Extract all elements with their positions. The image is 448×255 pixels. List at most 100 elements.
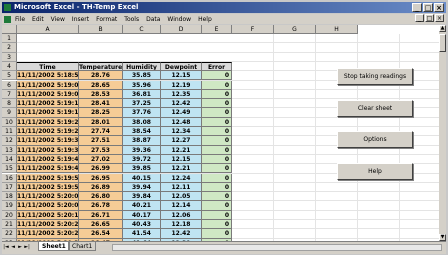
table-cell-temperature[interactable]: 27.53 [79, 145, 123, 155]
table-cell-dewpoint[interactable]: 12.27 [161, 136, 202, 146]
table-cell-humidity[interactable]: 40.43 [123, 220, 161, 230]
table-cell-temperature[interactable]: 26.71 [79, 210, 123, 220]
table-cell-error[interactable]: 0 [202, 89, 232, 100]
table-cell-error[interactable]: 0 [202, 173, 232, 183]
table-cell-dewpoint[interactable]: 12.05 [161, 192, 202, 202]
table-cell-humidity[interactable]: 37.76 [123, 108, 161, 118]
table-cell-temperature[interactable]: 26.99 [79, 164, 123, 174]
table-cell-dewpoint[interactable]: 12.18 [161, 220, 202, 230]
table-cell-humidity[interactable]: 39.94 [123, 182, 161, 193]
table-cell-temperature[interactable]: 28.65 [79, 80, 123, 90]
workbook-icon[interactable] [4, 15, 11, 23]
table-cell-humidity[interactable]: 40.17 [123, 210, 161, 220]
row-header[interactable]: 16 [2, 173, 17, 183]
table-cell-error[interactable]: 0 [202, 80, 232, 90]
column-header-f[interactable]: F [232, 25, 274, 34]
table-cell-humidity[interactable]: 39.72 [123, 154, 161, 165]
table-cell-time[interactable]: 11/11/2002 5:19:38 PM [17, 145, 79, 155]
table-cell-time[interactable]: 11/11/2002 5:18:56 PM [17, 71, 79, 81]
table-cell-dewpoint[interactable]: 12.34 [161, 127, 202, 137]
menu-edit[interactable]: Edit [32, 16, 44, 23]
table-cell-dewpoint[interactable]: 12.21 [161, 145, 202, 155]
menu-window[interactable]: Window [167, 16, 191, 23]
vertical-scrollbar[interactable]: ▲ ▼ [439, 25, 446, 241]
column-header-e[interactable]: E [202, 25, 232, 34]
table-cell-error[interactable]: 0 [202, 164, 232, 174]
table-cell-temperature[interactable]: 28.01 [79, 117, 123, 127]
column-header-a[interactable]: A [17, 25, 79, 34]
table-cell-temperature[interactable]: 28.76 [79, 71, 123, 81]
table-cell-dewpoint[interactable]: 12.24 [161, 173, 202, 183]
menu-view[interactable]: View [51, 16, 65, 23]
table-cell-dewpoint[interactable]: 12.06 [161, 210, 202, 220]
table-cell-error[interactable]: 0 [202, 154, 232, 165]
table-cell-temperature[interactable]: 26.80 [79, 192, 123, 202]
table-cell-error[interactable]: 0 [202, 201, 232, 211]
row-header[interactable]: 9 [2, 108, 17, 118]
close-button[interactable]: × [434, 3, 444, 12]
options-button[interactable]: Options [337, 131, 413, 148]
scroll-up-arrow-icon[interactable]: ▲ [439, 25, 446, 32]
table-cell-temperature[interactable]: 28.25 [79, 108, 123, 118]
row-header[interactable]: 2 [2, 43, 17, 53]
table-cell-temperature[interactable]: 26.89 [79, 182, 123, 193]
column-header-g[interactable]: G [274, 25, 316, 34]
minimize-button[interactable]: _ [412, 3, 422, 12]
doc-close-button[interactable]: × [435, 14, 444, 22]
table-cell-humidity[interactable]: 37.25 [123, 99, 161, 109]
menu-file[interactable]: File [15, 16, 25, 23]
row-header[interactable]: 20 [2, 210, 17, 220]
row-header[interactable]: 15 [2, 164, 17, 174]
table-cell-temperature[interactable]: 27.51 [79, 136, 123, 146]
table-cell-humidity[interactable]: 38.08 [123, 117, 161, 127]
table-cell-time[interactable]: 11/11/2002 5:19:06 PM [17, 89, 79, 100]
table-cell-temperature[interactable]: 26.95 [79, 173, 123, 183]
table-cell-time[interactable]: 11/11/2002 5:19:33 PM [17, 136, 79, 146]
table-cell-error[interactable]: 0 [202, 99, 232, 109]
table-cell-error[interactable]: 0 [202, 117, 232, 127]
row-header[interactable]: 10 [2, 117, 17, 127]
table-cell-temperature[interactable]: 28.41 [79, 99, 123, 109]
table-cell-dewpoint[interactable]: 12.35 [161, 89, 202, 100]
table-cell-time[interactable]: 11/11/2002 5:19:27 PM [17, 127, 79, 137]
row-header[interactable]: 8 [2, 99, 17, 109]
column-header-d[interactable]: D [161, 25, 202, 34]
table-cell-humidity[interactable]: 40.21 [123, 201, 161, 211]
table-cell-time[interactable]: 11/11/2002 5:19:01 PM [17, 80, 79, 90]
row-header[interactable]: 19 [2, 201, 17, 211]
table-cell-dewpoint[interactable]: 12.48 [161, 117, 202, 127]
horizontal-scrollbar[interactable] [112, 244, 442, 251]
menu-format[interactable]: Format [96, 16, 117, 23]
row-header[interactable]: 14 [2, 154, 17, 165]
row-header[interactable]: 4 [2, 61, 17, 72]
table-cell-time[interactable]: 11/11/2002 5:20:20 PM [17, 220, 79, 230]
table-header-temperature[interactable]: Temperature [79, 61, 123, 72]
table-cell-dewpoint[interactable]: 12.21 [161, 164, 202, 174]
row-header[interactable]: 17 [2, 182, 17, 193]
table-cell-humidity[interactable]: 35.96 [123, 80, 161, 90]
table-header-humidity[interactable]: Humidity [123, 61, 161, 72]
row-header[interactable]: 5 [2, 71, 17, 81]
table-cell-temperature[interactable]: 28.53 [79, 89, 123, 100]
table-cell-humidity[interactable]: 41.54 [123, 229, 161, 239]
table-cell-error[interactable]: 0 [202, 210, 232, 220]
row-header[interactable]: 22 [2, 229, 17, 239]
row-header[interactable]: 18 [2, 192, 17, 202]
table-cell-time[interactable]: 11/11/2002 5:19:49 PM [17, 164, 79, 174]
table-cell-time[interactable]: 11/11/2002 5:19:43 PM [17, 154, 79, 165]
table-cell-time[interactable]: 11/11/2002 5:19:12 PM [17, 99, 79, 109]
menu-data[interactable]: Data [146, 16, 160, 23]
table-cell-dewpoint[interactable]: 12.15 [161, 154, 202, 165]
table-cell-dewpoint[interactable]: 12.49 [161, 108, 202, 118]
clear-sheet-button[interactable]: Clear sheet [337, 100, 413, 117]
table-cell-time[interactable]: 11/11/2002 5:20:04 PM [17, 192, 79, 202]
table-cell-error[interactable]: 0 [202, 71, 232, 81]
table-cell-humidity[interactable]: 39.85 [123, 164, 161, 174]
table-cell-time[interactable]: 11/11/2002 5:20:25 PM [17, 229, 79, 239]
table-cell-dewpoint[interactable]: 12.11 [161, 182, 202, 193]
table-cell-error[interactable]: 0 [202, 136, 232, 146]
column-header-c[interactable]: C [123, 25, 161, 34]
table-cell-temperature[interactable]: 27.02 [79, 154, 123, 165]
table-cell-humidity[interactable]: 39.84 [123, 192, 161, 202]
menu-help[interactable]: Help [198, 16, 212, 23]
